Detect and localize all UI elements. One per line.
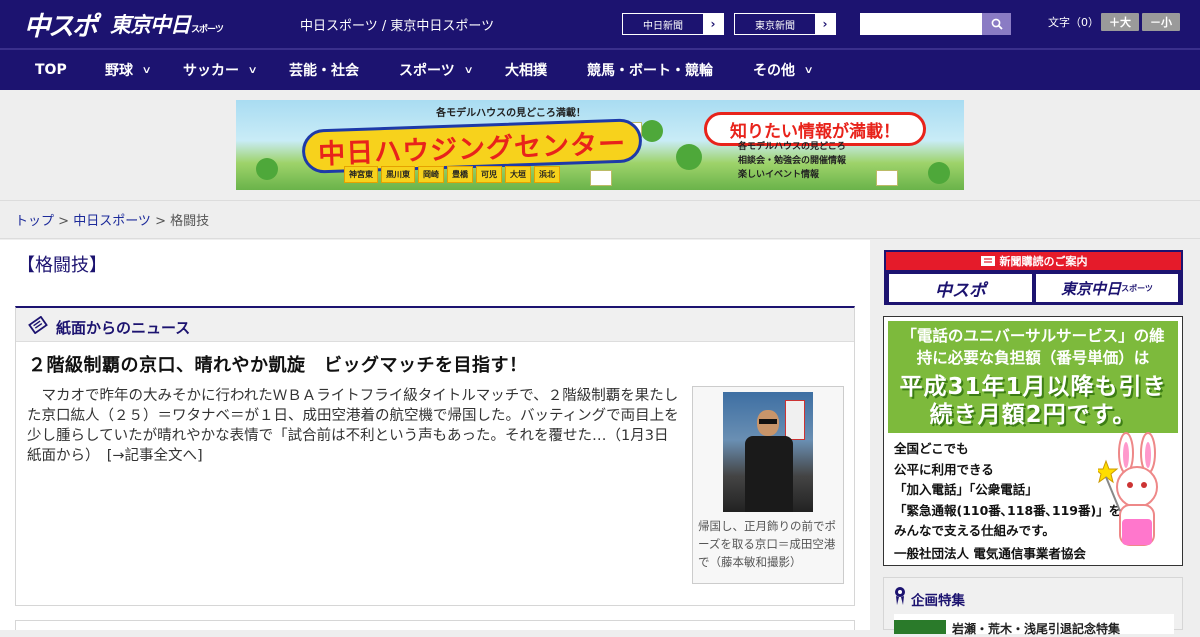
news-section-header: 紙面からのニュース [16,308,854,342]
tokyo-shimbun-button[interactable]: 東京新聞 › [734,13,836,35]
news-section-title: 紙面からのニュース [56,319,191,337]
sunglasses [759,419,777,424]
search-icon [991,18,1003,30]
nav-item-racing[interactable]: 競馬・ボート・競輪 [587,50,713,90]
article-title-link[interactable]: ２階級制覇の京口、晴れやか凱旋 ビッグマッチを目指す！ [28,351,528,377]
person-figure [745,436,793,512]
banner-line: 相談会・勉強会の開催情報 [738,156,847,166]
tree-illustration [256,158,278,180]
universal-ad-headline: 平成31年1月以降も引き続き月額2円です。 [899,374,1167,428]
chevron-down-icon: ∨ [247,64,258,76]
universal-ad-headline-area: 「電話のユニバーサルサービス」の維持に必要な負担額（番号単価）は 平成31年1月… [888,321,1178,433]
house-illustration [876,170,898,186]
search-button[interactable] [982,13,1011,35]
breadcrumb: トップ > 中日スポーツ > 格闘技 [15,210,209,229]
breadcrumb-separator: > [54,214,74,229]
breadcrumb-home[interactable]: トップ [15,214,54,229]
breadcrumb-section[interactable]: 中日スポーツ [73,214,151,229]
feature-item[interactable]: 岩瀬・荒木・浅尾引退記念特集 [894,614,1174,636]
chevron-down-icon: ∨ [141,64,152,76]
banner-line: 楽しいイベント情報 [738,170,820,180]
universal-ad-line: みんなで支える仕組みです。 [894,523,1055,538]
breadcrumb-current: 格闘技 [170,214,210,229]
tree-illustration [928,162,950,184]
town-label: 黒川東 [381,166,415,183]
house-illustration [590,170,612,186]
nav-item-sports[interactable]: スポーツ ∨ [399,50,474,90]
banner-top-text: 各モデルハウスの見どころ満載！ [436,108,586,119]
page-title: 【格闘技】 [17,255,107,276]
feature-thumbnail [894,620,946,634]
feature-section: 企画特集 岩瀬・荒木・浅尾引退記念特集 [883,577,1183,636]
article-photo-box: 帰国し、正月飾りの前でポーズを取る京口＝成田空港で（藤本敏和撮影） [692,386,844,584]
ribbon-icon [895,587,905,605]
town-label: 豊橋 [447,166,473,183]
housing-center-banner[interactable]: 各モデルハウスの見どころ満載！ 中日ハウジングセンター 知りたい情報が満載！ 神… [236,100,964,190]
next-section-edge [15,620,855,630]
universal-ad-line: 全国どこでも [894,441,969,456]
tokyo-chunichi-subscribe-button[interactable]: 東京中日 スポーツ [1036,274,1178,302]
article-body: マカオで昨年の大みそかに行われたＷＢＡライトフライ級タイトルマッチで、２階級制覇… [27,386,683,466]
subscription-box: 新聞購読のご案内 中スポ 東京中日 スポーツ [884,250,1183,305]
universal-ad-org: 一般社団法人 電気通信事業者協会 [894,546,1086,561]
nav-item-entertainment[interactable]: 芸能・社会 [289,50,359,90]
universal-service-ad[interactable]: 「電話のユニバーサルサービス」の維持に必要な負担額（番号単価）は 平成31年1月… [883,316,1183,566]
nav-item-other[interactable]: その他 ∨ [753,50,814,90]
newspaper-icon [28,316,48,334]
tree-illustration [641,120,663,142]
town-label: 可児 [476,166,502,183]
universal-ad-line: 「緊急通報(110番､118番､119番)」を [894,502,1122,518]
chevron-right-icon: › [703,14,723,34]
nav-item-soccer[interactable]: サッカー ∨ [183,50,258,90]
tokyo-chunichi-logo[interactable]: 東京中日スポーツ [110,9,224,39]
chuspo-logo[interactable]: 中スポ [24,6,98,43]
rabbit-mascot-icon [1098,432,1158,546]
town-label: 岡崎 [418,166,444,183]
article-photo[interactable] [723,392,813,512]
universal-ad-question: 「電話のユニバーサルサービス」の維持に必要な負担額（番号単価）は [901,327,1165,367]
font-increase-button[interactable]: ＋大 [1101,13,1139,31]
feature-item-title: 岩瀬・荒木・浅尾引退記念特集 [952,622,1121,636]
chuspo-subscribe-button[interactable]: 中スポ [889,274,1032,302]
universal-ad-line: 「加入電話」「公衆電話」 [894,482,1038,497]
site-logo[interactable]: 中スポ 東京中日スポーツ [24,6,224,43]
font-decrease-button[interactable]: －小 [1142,13,1180,31]
breadcrumb-separator: > [150,214,171,229]
nav-item-top[interactable]: TOP [35,50,67,90]
nav-item-baseball[interactable]: 野球 ∨ [105,50,152,90]
main-nav: TOP 野球 ∨ サッカー ∨ 芸能・社会 スポーツ ∨ 大相撲 競馬・ボート・競輪 … [0,48,1200,90]
subscription-header[interactable]: 新聞購読のご案内 [886,252,1181,270]
chevron-right-icon: › [815,14,835,34]
town-label: 神宮東 [344,166,378,183]
font-size-label: 文字（0） [1048,16,1099,29]
search-input[interactable] [860,13,982,35]
newspaper-icon [980,256,995,266]
chunichi-shimbun-button[interactable]: 中日新聞 › [622,13,724,35]
banner-line: 各モデルハウスの見どころ [738,142,846,152]
site-links[interactable]: 中日スポーツ / 東京中日スポーツ [300,15,494,34]
banner-towns: 神宮東 黒川東 岡崎 豊橋 可児 大垣 浜北 [344,166,560,183]
search-form [860,13,1011,35]
tree-illustration [676,144,702,170]
chevron-down-icon: ∨ [463,64,474,76]
photo-caption: 帰国し、正月飾りの前でポーズを取る京口＝成田空港で（藤本敏和撮影） [698,519,836,569]
banner-feature-list: 各モデルハウスの見どころ 相談会・勉強会の開催情報 楽しいイベント情報 [738,140,846,182]
read-more-link[interactable]: [→記事全文へ] [107,448,203,464]
town-label: 浜北 [534,166,560,183]
new-year-decoration [785,400,805,440]
feature-section-title: 企画特集 [911,593,965,609]
header-bar: 中スポ 東京中日スポーツ 中日スポーツ / 東京中日スポーツ 中日新聞 › 東京… [0,0,1200,48]
universal-ad-inner: 「電話のユニバーサルサービス」の維持に必要な負担額（番号単価）は 平成31年1月… [888,321,1178,561]
universal-ad-list: 全国どこでも 公平に利用できる 「加入電話」「公衆電話」 「緊急通報(110番､… [894,439,1122,542]
nav-item-sumo[interactable]: 大相撲 [505,50,547,90]
town-label: 大垣 [505,166,531,183]
universal-ad-line: 公平に利用できる [894,461,994,477]
chevron-down-icon: ∨ [803,64,814,76]
